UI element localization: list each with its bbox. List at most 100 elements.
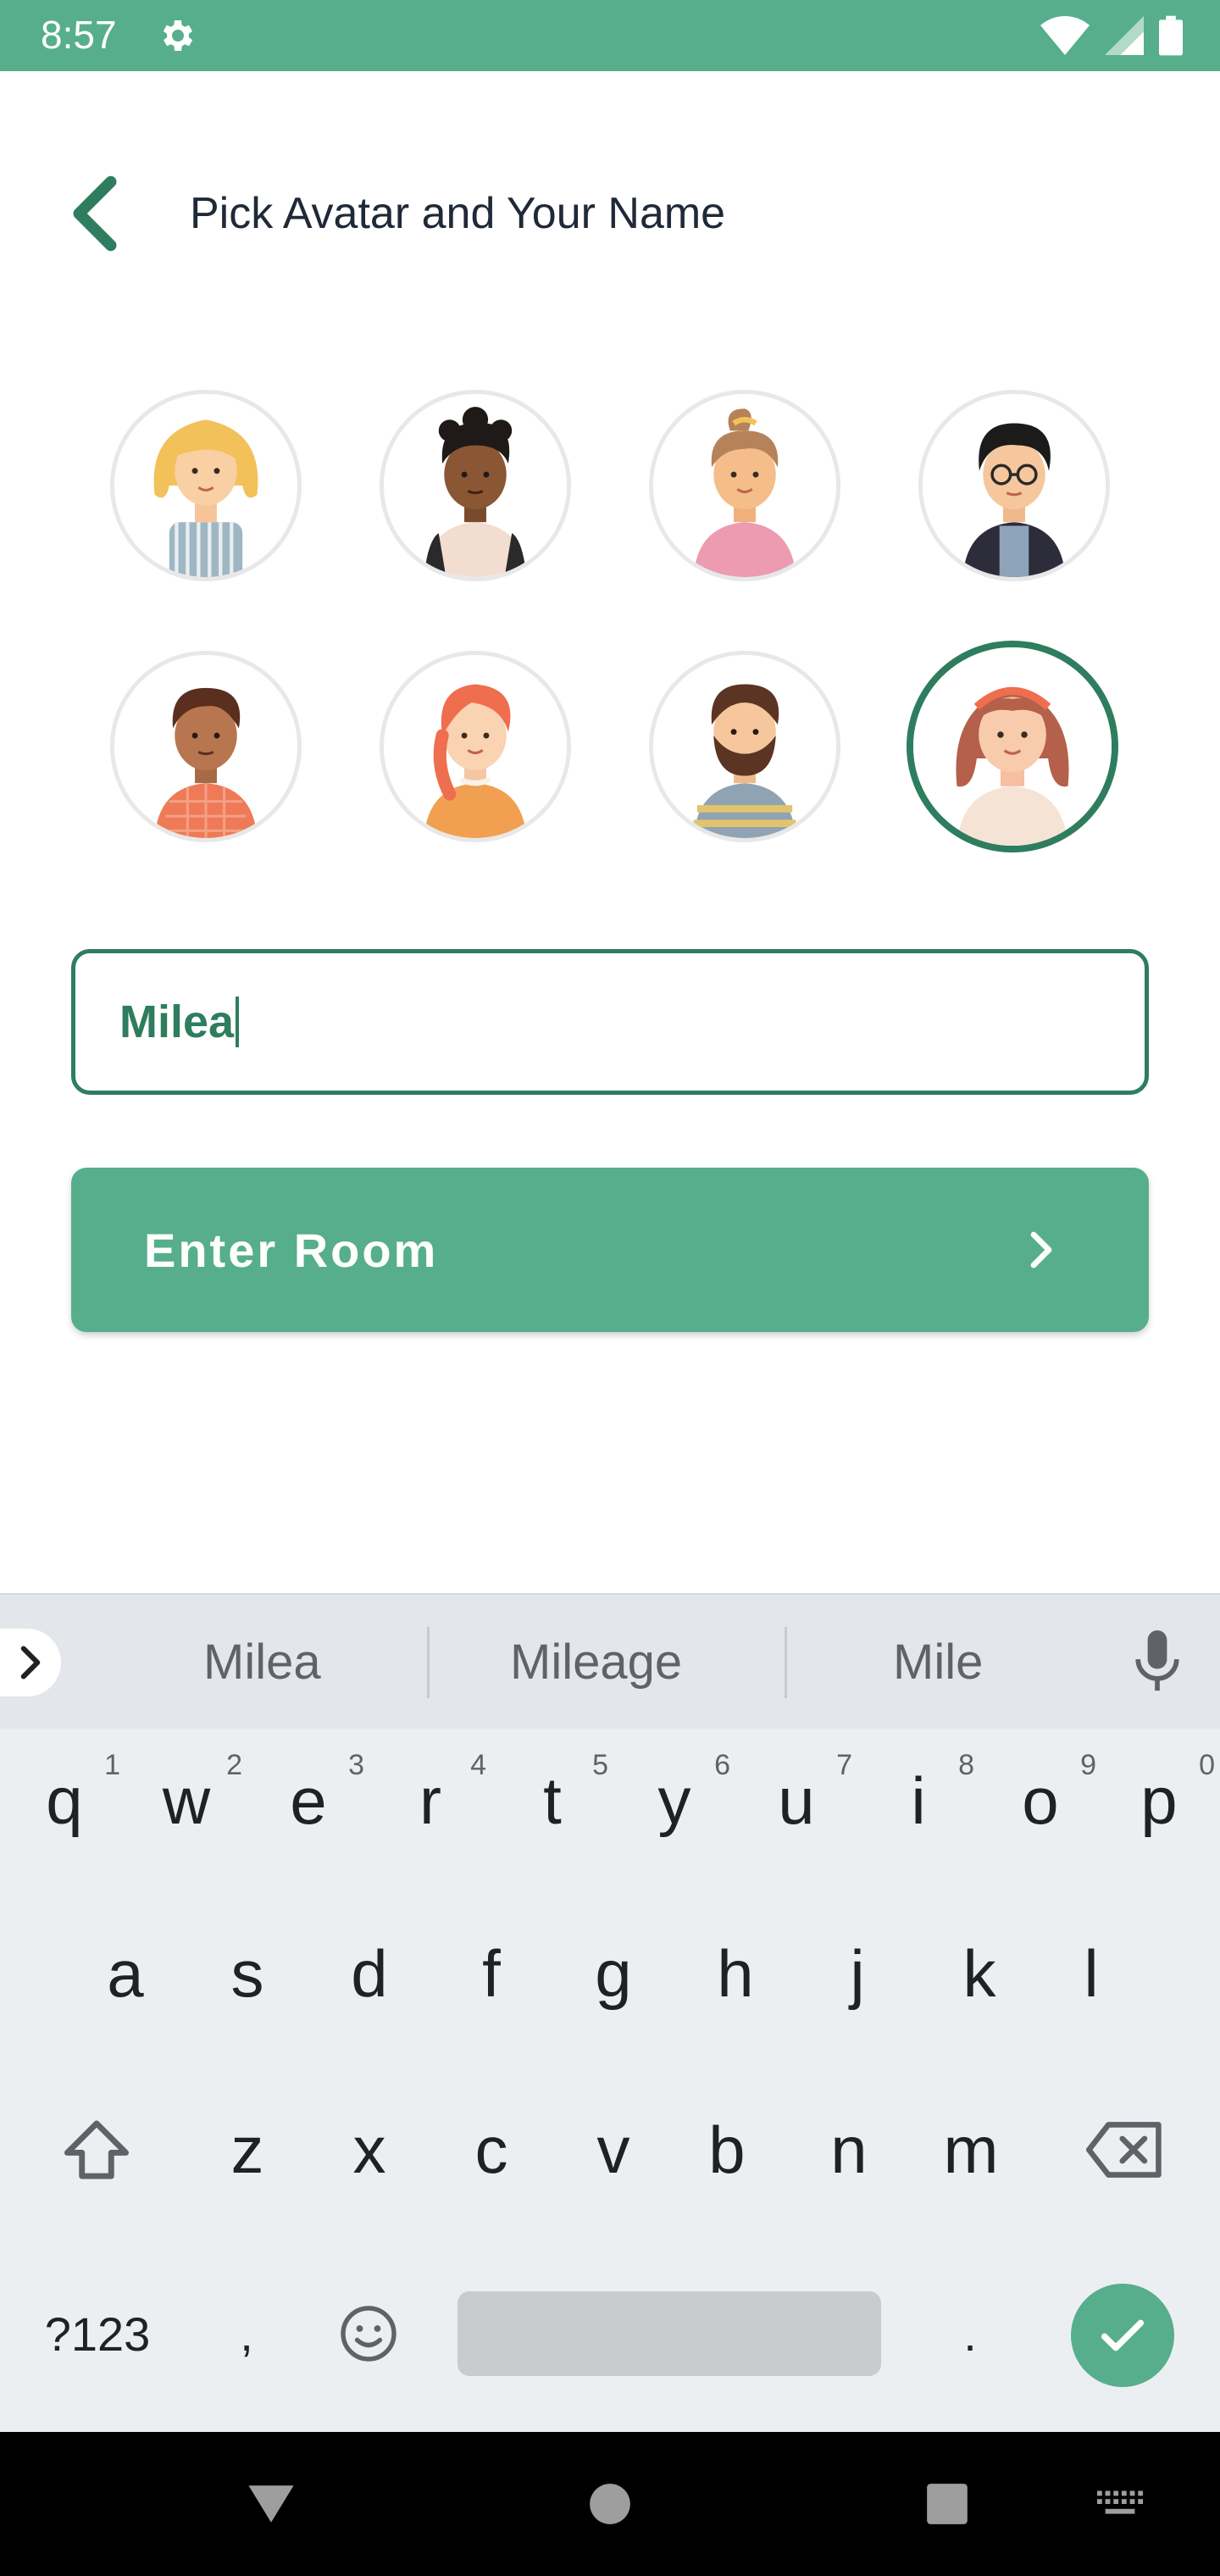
key-t-hint: 5 <box>592 1749 608 1781</box>
gear-icon <box>163 20 193 51</box>
emoji-icon <box>341 2306 396 2362</box>
suggestion-divider <box>427 1627 430 1698</box>
avatar-option-6[interactable] <box>380 651 571 842</box>
status-time: 8:57 <box>41 13 117 57</box>
key-o-hint: 9 <box>1080 1749 1096 1781</box>
key-u-hint: 7 <box>836 1749 852 1781</box>
key-c[interactable]: c <box>430 2095 552 2205</box>
key-n[interactable]: n <box>788 2095 910 2205</box>
text-caret <box>236 997 240 1047</box>
suggestion-strip: Milea Mileage Mile <box>0 1593 1220 1729</box>
done-key[interactable] <box>1071 2284 1174 2387</box>
back-button[interactable] <box>61 169 129 258</box>
key-q-hint: 1 <box>104 1749 120 1781</box>
key-b[interactable]: b <box>666 2095 788 2205</box>
glasses-boy-avatar <box>923 394 1106 577</box>
avatar-option-2[interactable] <box>380 390 571 581</box>
backspace-key[interactable] <box>1062 2095 1188 2205</box>
key-l[interactable]: l <box>1030 1918 1152 2029</box>
name-input[interactable]: Milea <box>71 949 1149 1095</box>
shift-key[interactable] <box>34 2095 159 2205</box>
key-y[interactable]: y6 <box>613 1746 735 1856</box>
avatar-option-7[interactable] <box>649 651 840 842</box>
nav-back-button[interactable] <box>220 2432 322 2576</box>
key-u-label: u <box>778 1763 815 1838</box>
key-r[interactable]: r4 <box>369 1746 491 1856</box>
suggestion-expand-button[interactable] <box>0 1629 61 1696</box>
key-v[interactable]: v <box>552 2095 674 2205</box>
key-g[interactable]: g <box>552 1918 674 2029</box>
comma-key[interactable]: , <box>191 2276 302 2391</box>
key-e[interactable]: e3 <box>247 1746 369 1856</box>
key-k[interactable]: k <box>918 1918 1040 2029</box>
keyboard-switch-button[interactable] <box>1069 2432 1171 2576</box>
key-i-hint: 8 <box>958 1749 974 1781</box>
key-t[interactable]: t5 <box>491 1746 613 1856</box>
status-bar: 8:57 <box>0 0 1220 71</box>
key-m[interactable]: m <box>910 2095 1032 2205</box>
period-key[interactable]: . <box>915 2276 1025 2391</box>
microphone-icon[interactable] <box>1132 1630 1183 1693</box>
key-p[interactable]: p0 <box>1098 1746 1220 1856</box>
wifi-icon <box>1040 16 1090 55</box>
key-u[interactable]: u7 <box>735 1746 857 1856</box>
suggestion-2[interactable]: Mileage <box>510 1634 682 1690</box>
nav-back-icon <box>248 2485 294 2523</box>
headband-girl-avatar <box>913 647 1112 846</box>
avatar-option-5[interactable] <box>110 651 302 842</box>
avatar-option-3[interactable] <box>649 390 840 581</box>
blonde-girl-avatar <box>114 394 297 577</box>
key-s[interactable]: s <box>186 1918 308 2029</box>
avatar-option-4[interactable] <box>918 390 1110 581</box>
key-j[interactable]: j <box>796 1918 918 2029</box>
keyboard-icon <box>1096 2490 1144 2514</box>
key-a[interactable]: a <box>64 1918 186 2029</box>
chevron-right-icon <box>1030 1231 1052 1269</box>
chevron-right-icon <box>20 1646 41 1679</box>
key-i-label: i <box>911 1763 926 1838</box>
nav-recents-button[interactable] <box>896 2432 998 2576</box>
key-r-hint: 4 <box>470 1749 486 1781</box>
emoji-key[interactable] <box>313 2276 424 2391</box>
key-i[interactable]: i8 <box>857 1746 979 1856</box>
avatar-option-1[interactable] <box>110 390 302 581</box>
checkmark-icon <box>1101 2319 1145 2351</box>
key-p-hint: 0 <box>1199 1749 1215 1781</box>
key-z[interactable]: z <box>186 2095 308 2205</box>
nav-recents-icon <box>927 2484 968 2524</box>
suggestion-3[interactable]: Mile <box>893 1634 983 1690</box>
enter-room-label: Enter Room <box>144 1223 439 1277</box>
key-e-hint: 3 <box>348 1749 364 1781</box>
key-x[interactable]: x <box>308 2095 430 2205</box>
key-o-label: o <box>1022 1763 1059 1838</box>
key-d[interactable]: d <box>308 1918 430 2029</box>
name-input-value: Milea <box>119 997 235 1047</box>
avatar-option-8-selected[interactable] <box>907 641 1118 852</box>
key-e-label: e <box>290 1763 327 1838</box>
chevron-left-icon <box>73 175 117 252</box>
key-r-label: r <box>419 1763 441 1838</box>
system-nav-bar <box>0 2432 1220 2576</box>
signal-icon <box>1105 16 1144 55</box>
key-o[interactable]: o9 <box>979 1746 1101 1856</box>
brown-boy-avatar <box>114 655 297 838</box>
key-p-label: p <box>1140 1763 1178 1838</box>
space-key[interactable] <box>458 2291 881 2376</box>
key-w-label: w <box>162 1763 211 1838</box>
key-y-label: y <box>657 1763 691 1838</box>
enter-room-button[interactable]: Enter Room <box>71 1168 1149 1332</box>
bearded-man-avatar <box>653 655 836 838</box>
soft-keyboard: Milea Mileage Mile q1 w2 e3 r4 t5 y6 u7 … <box>0 1593 1220 2432</box>
key-h[interactable]: h <box>674 1918 796 2029</box>
shift-icon <box>64 2120 130 2179</box>
key-w[interactable]: w2 <box>125 1746 247 1856</box>
page-title: Pick Avatar and Your Name <box>190 189 726 238</box>
key-q[interactable]: q1 <box>3 1746 125 1856</box>
key-f[interactable]: f <box>430 1918 552 2029</box>
key-q-label: q <box>46 1763 83 1838</box>
suggestion-1[interactable]: Milea <box>203 1634 321 1690</box>
redhead-braid-girl-avatar <box>384 655 567 838</box>
ponytail-girl-avatar <box>653 394 836 577</box>
symbols-key[interactable]: ?123 <box>17 2276 178 2391</box>
nav-home-button[interactable] <box>559 2432 661 2576</box>
